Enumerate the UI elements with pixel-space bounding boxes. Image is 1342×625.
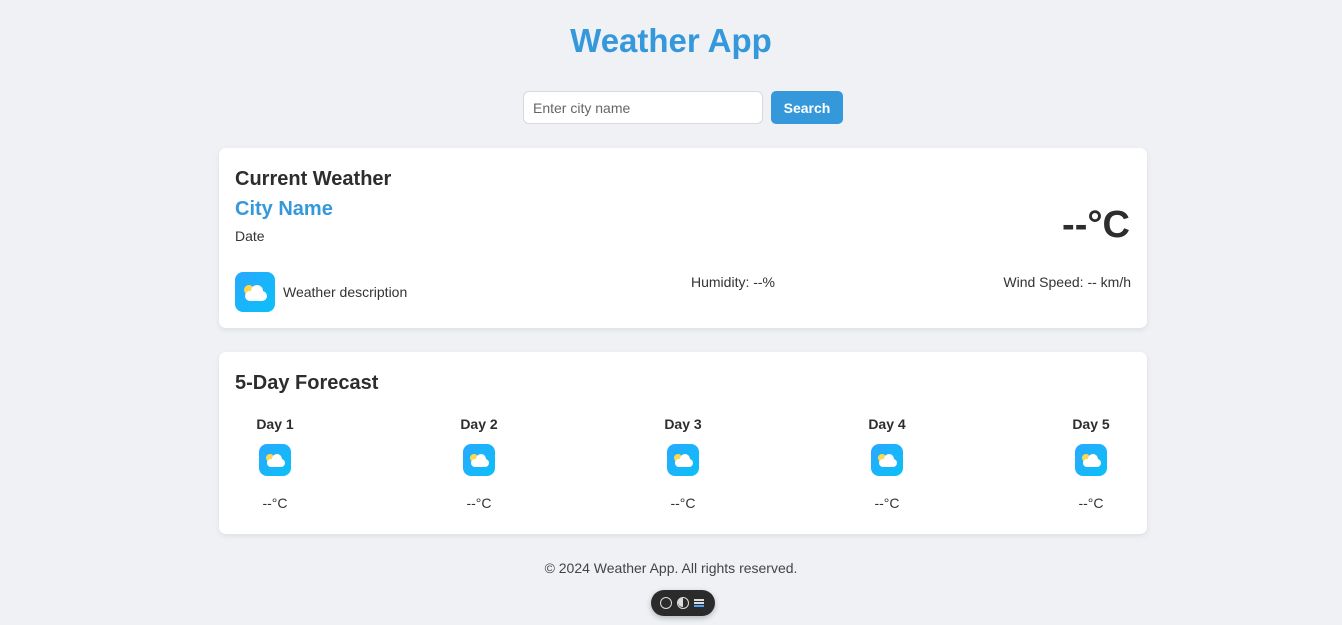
forecast-day-temp: --°C [670,495,696,511]
forecast-card: 5-Day Forecast Day 1 --°C Day 2 --°C Day… [219,352,1147,534]
forecast-day: Day 4 --°C [857,416,917,511]
app-title: Weather App [570,22,772,59]
forecast-day: Day 3 --°C [653,416,713,511]
forecast-day-temp: --°C [466,495,492,511]
weather-description: Weather description [283,284,408,300]
menu-icon[interactable] [694,597,706,609]
search-button[interactable]: Search [771,91,843,124]
forecast-day: Day 1 --°C [245,416,305,511]
current-weather-card: Current Weather City Name Date --°C Weat… [219,148,1147,328]
footer-copyright: © 2024 Weather App. All rights reserved. [544,560,798,576]
forecast-day-label: Day 1 [256,416,294,432]
search-bar: Search [523,91,843,124]
city-search-input[interactable] [523,91,763,124]
forecast-heading: 5-Day Forecast [235,372,379,394]
forecast-day-label: Day 5 [1072,416,1110,432]
forecast-day-label: Day 2 [460,416,498,432]
forecast-day-temp: --°C [1078,495,1104,511]
forecast-day-label: Day 4 [868,416,906,432]
date-text: Date [235,228,265,244]
city-name: City Name [235,198,333,220]
sun-cloud-icon [667,444,699,476]
forecast-day: Day 2 --°C [449,416,509,511]
sun-cloud-icon [463,444,495,476]
toggle-icon[interactable] [676,597,689,609]
forecast-day-label: Day 3 [664,416,702,432]
current-temperature: --°C [1062,204,1130,246]
wind-speed-text: Wind Speed: -- km/h [1003,274,1131,290]
forecast-day: Day 5 --°C [1061,416,1121,511]
sun-cloud-icon [1075,444,1107,476]
sun-cloud-icon [235,272,275,312]
current-weather-heading: Current Weather [235,168,392,190]
chat-icon[interactable] [659,597,672,609]
sun-cloud-icon [259,444,291,476]
sun-cloud-icon [871,444,903,476]
humidity-text: Humidity: --% [691,274,776,290]
forecast-day-temp: --°C [262,495,288,511]
weather-app-page: Weather App Search Current Weather City … [0,0,1342,625]
forecast-day-temp: --°C [874,495,900,511]
floating-toolbar [651,590,715,616]
